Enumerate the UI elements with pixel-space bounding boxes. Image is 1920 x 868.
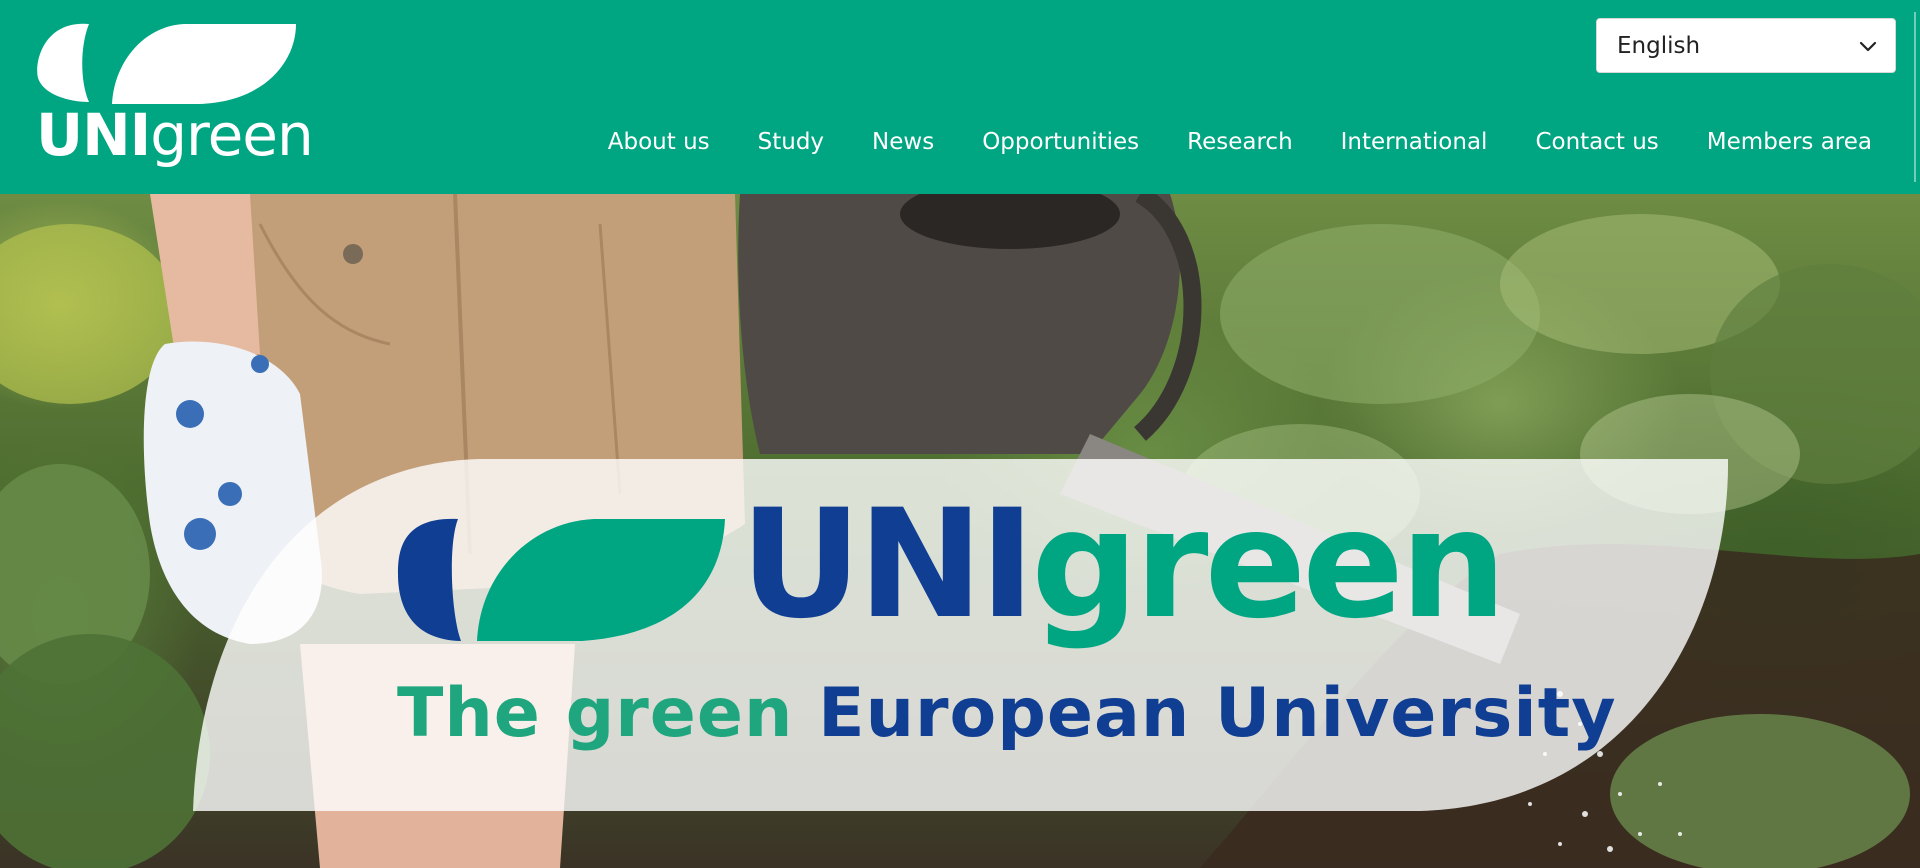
nav-opportunities[interactable]: Opportunities	[958, 122, 1163, 162]
hero-title-green: green	[1031, 478, 1507, 652]
tagline-blue-part: European University	[818, 674, 1617, 753]
logo-uni: UNI	[36, 101, 151, 169]
chevron-down-icon	[1859, 38, 1877, 57]
logo-wordmark: UNIgreen	[36, 106, 314, 164]
language-selected-value: English	[1617, 33, 1701, 59]
nav-members-area[interactable]: Members area	[1683, 122, 1896, 162]
site-header: UNIgreen English About us Study News Opp…	[0, 0, 1920, 194]
nav-study[interactable]: Study	[734, 122, 848, 162]
hero-title-uni: UNI	[740, 478, 1035, 652]
tagline-green-part: The green	[397, 674, 794, 753]
hero-tagline: The green European University	[397, 680, 1617, 748]
nav-about-us[interactable]: About us	[584, 122, 734, 162]
hero-banner: UNIgreen The green European University	[0, 194, 1920, 868]
nav-news[interactable]: News	[848, 122, 958, 162]
site-logo[interactable]: UNIgreen	[34, 22, 314, 167]
scrollbar[interactable]	[1914, 12, 1916, 182]
logo-green: green	[150, 101, 314, 169]
nav-contact-us[interactable]: Contact us	[1511, 122, 1682, 162]
leaf-icon	[37, 23, 296, 104]
hero-title: UNIgreen	[740, 490, 1507, 640]
hero-title-card: UNIgreen The green European University	[0, 194, 1920, 868]
language-select[interactable]: English	[1596, 18, 1896, 73]
main-nav: About us Study News Opportunities Resear…	[584, 122, 1896, 162]
nav-research[interactable]: Research	[1163, 122, 1317, 162]
nav-international[interactable]: International	[1317, 122, 1512, 162]
